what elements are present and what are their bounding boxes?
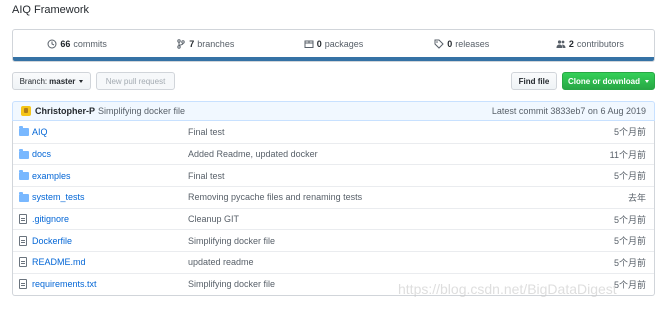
file-icon — [19, 214, 27, 225]
file-name[interactable]: examples — [32, 171, 71, 181]
find-file-button[interactable]: Find file — [511, 72, 557, 90]
clone-or-download-button[interactable]: Clone or download — [562, 72, 655, 90]
file-name[interactable]: requirements.txt — [32, 279, 97, 289]
folder-icon — [19, 170, 29, 181]
branches-label: branches — [197, 39, 235, 49]
commit-author[interactable]: Christopher-P — [35, 106, 95, 116]
history-icon — [47, 39, 57, 49]
branches-count: 7 — [189, 39, 195, 49]
repo-title[interactable]: AIQ Framework — [12, 4, 89, 16]
releases-label: releases — [455, 39, 490, 49]
contributors-label: contributors — [576, 39, 624, 49]
commit-message[interactable]: Simplifying docker file — [98, 106, 185, 116]
file-name[interactable]: docs — [32, 149, 51, 159]
list-item[interactable]: docs Added Readme, updated docker 11个月前 — [13, 142, 654, 165]
file-age: 5个月前 — [613, 279, 646, 290]
file-commit-message[interactable]: Final test — [188, 171, 225, 181]
list-item[interactable]: Dockerfile Simplifying docker file 5个月前 — [13, 229, 654, 251]
file-name[interactable]: Dockerfile — [32, 236, 72, 246]
contributors-count: 2 — [568, 39, 574, 49]
new-pull-request-button[interactable]: New pull request — [96, 72, 175, 90]
branches-stat[interactable]: 7 branches — [141, 39, 269, 49]
file-age: 5个月前 — [613, 257, 646, 268]
file-name[interactable]: .gitignore — [32, 214, 69, 224]
folder-icon — [19, 191, 29, 202]
branch-icon — [176, 39, 186, 49]
file-commit-message[interactable]: updated readme — [188, 257, 254, 267]
file-list: AIQ Final test 5个月前 docs Added Readme, u… — [12, 121, 655, 296]
latest-commit-bar: Christopher-P Simplifying docker file La… — [12, 101, 655, 121]
file-name[interactable]: system_tests — [32, 192, 85, 202]
file-age: 11个月前 — [609, 149, 646, 160]
clone-label: Clone or download — [568, 76, 640, 86]
file-name[interactable]: AIQ — [32, 127, 48, 137]
folder-icon — [19, 148, 29, 159]
commits-stat[interactable]: 66 commits — [13, 39, 141, 49]
file-commit-message[interactable]: Simplifying docker file — [188, 236, 275, 246]
repo-summary-bar: 66 commits 7 branches 0 packages 0 relea… — [12, 29, 655, 62]
file-commit-message[interactable]: Simplifying docker file — [188, 279, 275, 289]
packages-label: packages — [324, 39, 364, 49]
file-icon — [19, 257, 27, 268]
package-icon — [304, 39, 314, 49]
branch-prefix: Branch: — [19, 76, 48, 86]
file-commit-message[interactable]: Final test — [188, 127, 225, 137]
file-age: 5个月前 — [613, 214, 646, 225]
contributors-stat[interactable]: 2 contributors — [526, 39, 654, 49]
file-icon — [19, 279, 27, 290]
file-age: 去年 — [627, 192, 646, 203]
releases-count: 0 — [447, 39, 453, 49]
people-icon — [556, 39, 566, 49]
list-item[interactable]: system_tests Removing pycache files and … — [13, 186, 654, 208]
language-bar[interactable] — [13, 57, 654, 61]
list-item[interactable]: .gitignore Cleanup GIT 5个月前 — [13, 207, 654, 230]
file-age: 5个月前 — [613, 127, 646, 138]
file-age: 5个月前 — [613, 171, 646, 182]
commits-count: 66 — [60, 39, 71, 49]
file-icon — [19, 235, 27, 246]
watermark-text: https://blog.csdn.net/BigDataDigest — [398, 281, 617, 297]
chevron-down-icon — [645, 79, 649, 83]
file-commit-message[interactable]: Added Readme, updated docker — [188, 149, 318, 159]
list-item[interactable]: AIQ Final test 5个月前 — [13, 121, 654, 143]
branch-name: master — [49, 76, 76, 86]
latest-commit-info[interactable]: Latest commit 3833eb7 on 6 Aug 2019 — [492, 106, 646, 116]
packages-count: 0 — [316, 39, 322, 49]
tag-icon — [434, 39, 444, 49]
file-age: 5个月前 — [613, 236, 646, 247]
file-name[interactable]: README.md — [32, 257, 86, 267]
file-commit-message[interactable]: Removing pycache files and renaming test… — [188, 192, 362, 202]
packages-stat[interactable]: 0 packages — [269, 39, 397, 49]
commits-label: commits — [73, 39, 107, 49]
folder-icon — [19, 126, 29, 137]
releases-stat[interactable]: 0 releases — [398, 39, 526, 49]
branch-select-button[interactable]: Branch: master — [12, 72, 91, 90]
list-item[interactable]: README.md updated readme 5个月前 — [13, 251, 654, 273]
file-commit-message[interactable]: Cleanup GIT — [188, 214, 239, 224]
list-item[interactable]: examples Final test 5个月前 — [13, 164, 654, 186]
avatar[interactable] — [21, 106, 31, 116]
chevron-down-icon — [79, 79, 84, 83]
